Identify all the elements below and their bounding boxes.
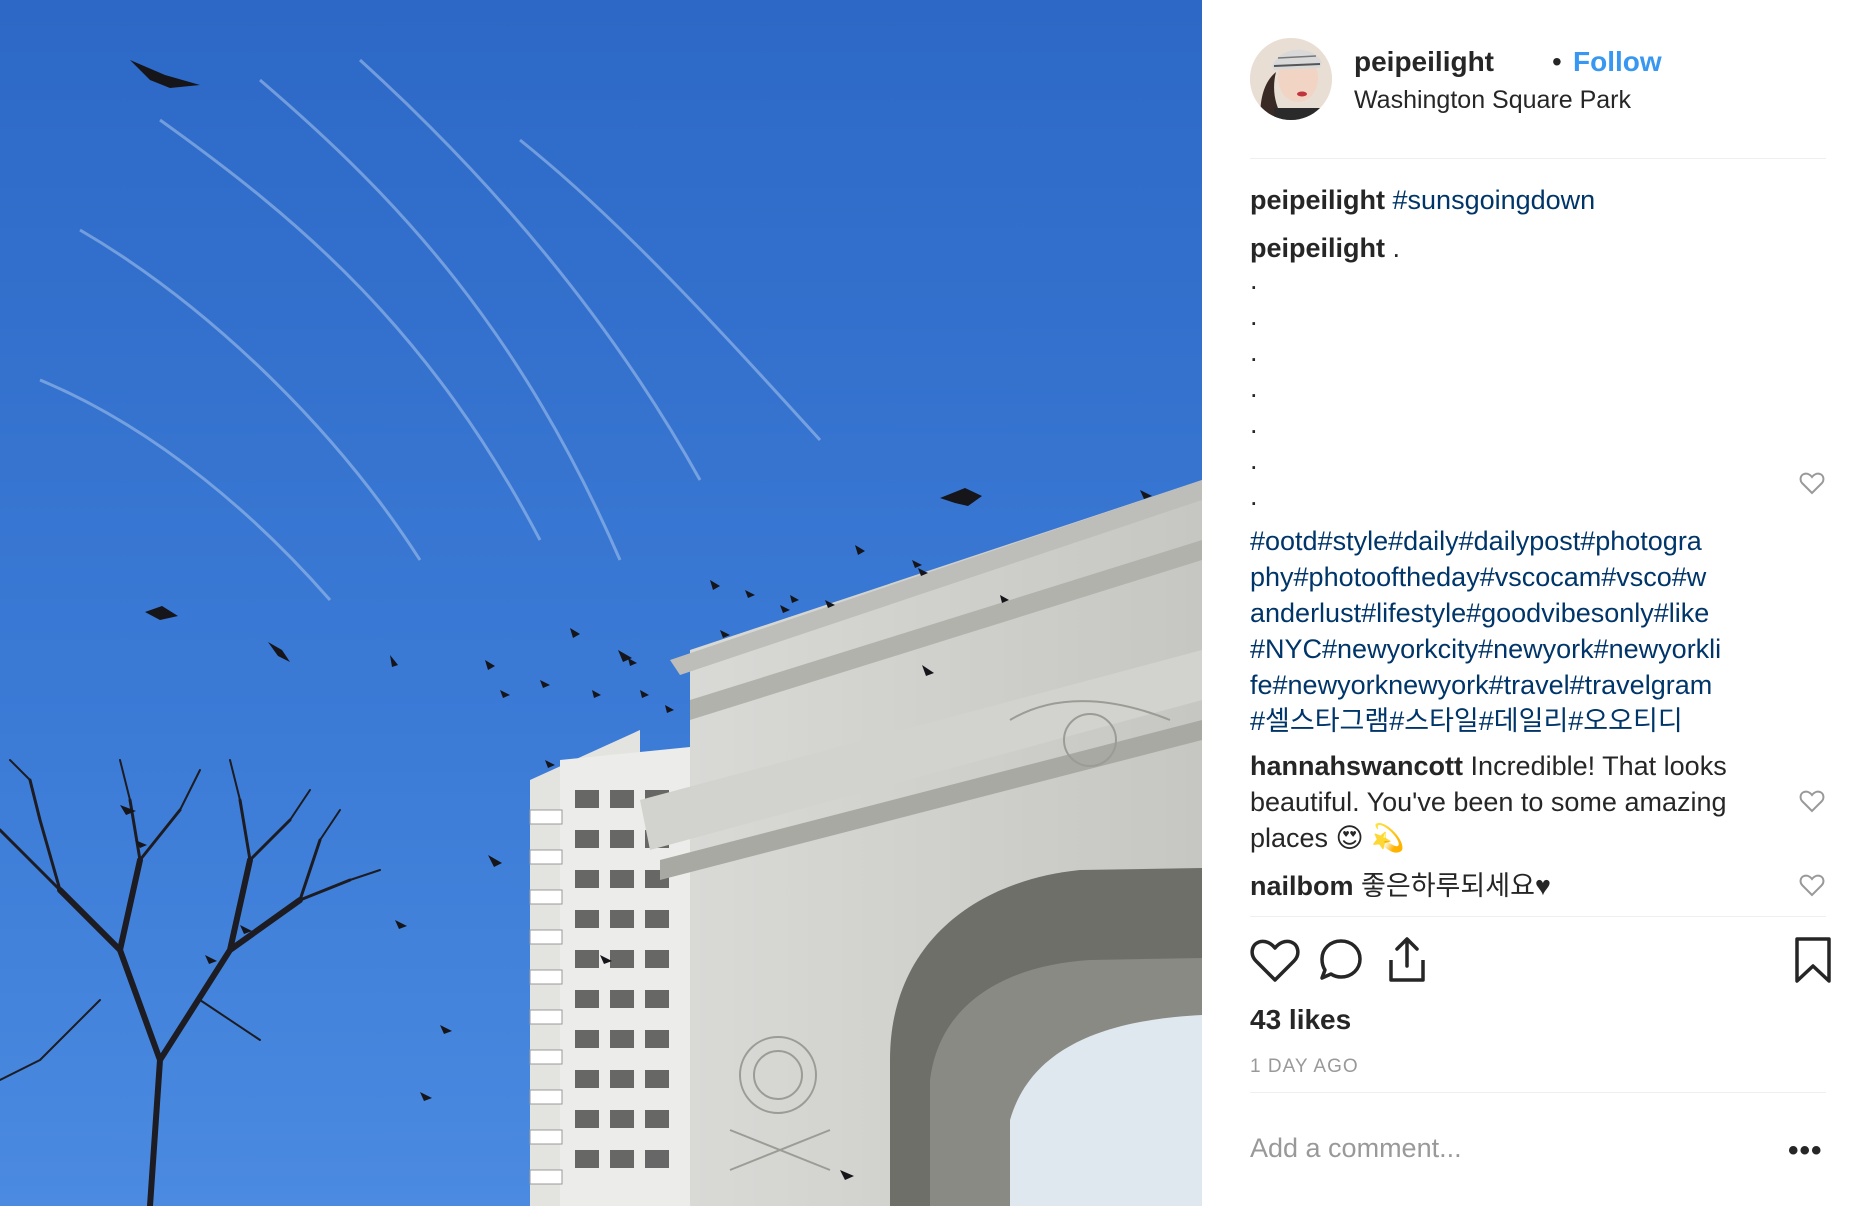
- heart-icon[interactable]: [1250, 936, 1300, 984]
- second-comment-head: peipeilight .: [1250, 230, 1400, 266]
- post-header: peipeilight • Follow Washington Square P…: [1250, 38, 1830, 122]
- hashtag-line[interactable]: anderlust#lifestyle#goodvibesonly#like: [1250, 595, 1770, 631]
- caption-hashtag[interactable]: #sunsgoingdown: [1393, 185, 1596, 215]
- comment-input-divider: [1250, 1092, 1826, 1093]
- follow-button[interactable]: Follow: [1573, 46, 1662, 78]
- second-comment-text: .: [1392, 233, 1401, 263]
- comment-nailbom: nailbom 좋은하루되세요♥: [1250, 868, 1770, 904]
- comment-text: Incredible! That looks: [1470, 751, 1727, 781]
- heart-outline-icon[interactable]: [1799, 873, 1825, 897]
- caption: peipeilight #sunsgoingdown: [1250, 182, 1595, 218]
- hashtag-block: #ootd#style#daily#dailypost#photogra phy…: [1250, 523, 1770, 739]
- dot-line: .: [1250, 373, 1258, 403]
- actions-divider: [1250, 916, 1826, 917]
- dot-line: .: [1250, 301, 1258, 331]
- dot-line: .: [1250, 409, 1258, 439]
- caption-username[interactable]: peipeilight: [1250, 185, 1385, 215]
- dot-line: .: [1250, 337, 1258, 367]
- bookmark-icon[interactable]: [1792, 936, 1834, 984]
- comment-text: beautiful. You've been to some amazing: [1250, 787, 1727, 817]
- share-upload-icon[interactable]: [1382, 936, 1432, 984]
- dot-line: .: [1250, 481, 1258, 511]
- hashtag-line[interactable]: #ootd#style#daily#dailypost#photogra: [1250, 523, 1770, 559]
- hashtag-line[interactable]: phy#photooftheday#vscocam#vsco#w: [1250, 559, 1770, 595]
- post-detail-panel: peipeilight • Follow Washington Square P…: [1202, 0, 1872, 1206]
- comment-bubble-icon[interactable]: [1316, 936, 1366, 984]
- comment-text: 좋은하루되세요♥: [1361, 871, 1551, 901]
- dot-line: .: [1250, 445, 1258, 475]
- more-options-button[interactable]: •••: [1788, 1134, 1823, 1168]
- hashtag-line[interactable]: #NYC#newyorkcity#newyork#newyorkli: [1250, 631, 1770, 667]
- avatar-photo: [1250, 38, 1332, 120]
- post-timestamp: 1 DAY AGO: [1250, 1056, 1359, 1077]
- header-separator: •: [1552, 46, 1562, 77]
- post-actions: [1250, 936, 1834, 988]
- hashtag-line[interactable]: fe#newyorknewyork#travel#travelgram: [1250, 667, 1770, 703]
- comment-hannahswancott: hannahswancott Incredible! That looks be…: [1250, 748, 1770, 856]
- header-divider: [1250, 158, 1826, 159]
- hashtag-line[interactable]: #셀스타그램#스타일#데일리#오오티디: [1250, 703, 1770, 739]
- post-photo[interactable]: [0, 0, 1202, 1206]
- add-comment-input[interactable]: [1250, 1128, 1770, 1168]
- heart-outline-icon[interactable]: [1799, 789, 1825, 813]
- photo-illustration: [0, 0, 1202, 1206]
- post-location[interactable]: Washington Square Park: [1354, 86, 1631, 115]
- second-comment-username[interactable]: peipeilight: [1250, 233, 1385, 263]
- avatar[interactable]: [1250, 38, 1332, 120]
- heart-outline-icon[interactable]: [1799, 471, 1825, 495]
- comment-username[interactable]: hannahswancott: [1250, 751, 1463, 781]
- dot-line: .: [1250, 265, 1258, 295]
- post-author-username[interactable]: peipeilight: [1354, 46, 1494, 78]
- comment-username[interactable]: nailbom: [1250, 871, 1354, 901]
- likes-count[interactable]: 43 likes: [1250, 1004, 1351, 1036]
- comment-text: places 😍 💫: [1250, 823, 1405, 853]
